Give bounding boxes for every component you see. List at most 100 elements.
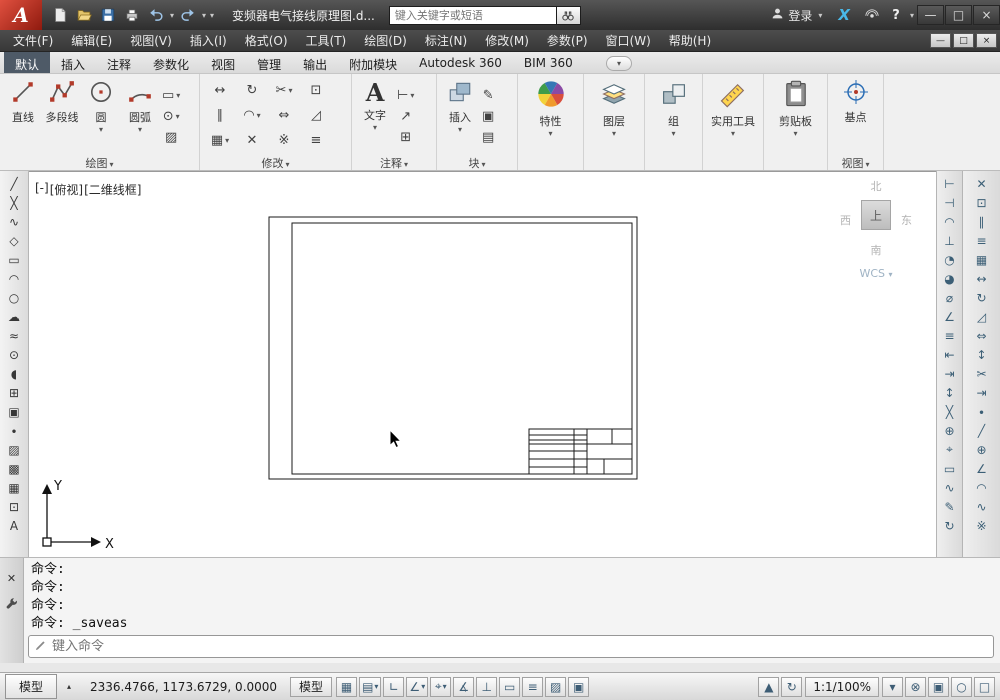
annotation-scale-caret-icon[interactable]: ▾ [882, 676, 903, 697]
dim-ordinate-icon[interactable]: ⊥ [940, 231, 960, 250]
break-at-point-icon[interactable]: ∙ [972, 402, 992, 421]
insert-caret-icon[interactable]: ▾ [458, 126, 462, 134]
dim-angular-icon[interactable]: ∠ [940, 307, 960, 326]
annotate-panel-caret-icon[interactable]: ▾ [404, 160, 408, 169]
polyline-icon[interactable]: ∿ [4, 212, 24, 231]
layout-tab-menu-icon[interactable]: ▴ [61, 678, 77, 696]
plot-button[interactable] [120, 3, 144, 27]
polar-tracking-icon-caret[interactable]: ▾ [421, 682, 425, 691]
transparency-icon[interactable]: ▨ [545, 676, 567, 697]
dim-continue-icon[interactable]: ⇥ [940, 364, 960, 383]
dim-break-icon[interactable]: ╳ [940, 402, 960, 421]
clipboard-caret-icon[interactable]: ▾ [793, 130, 797, 138]
search-input[interactable] [388, 5, 557, 25]
minimize-button[interactable]: — [917, 5, 944, 25]
isolate-objects-icon[interactable]: ○ [951, 676, 972, 697]
properties-caret-icon[interactable]: ▾ [548, 130, 552, 138]
tab-insert[interactable]: 插入 [50, 52, 96, 73]
scale-icon[interactable]: ◿ [972, 307, 992, 326]
menu-insert[interactable]: 插入(I) [181, 30, 236, 52]
explode-icon[interactable]: ※ [972, 516, 992, 535]
layers-button[interactable]: 图层 ▾ [584, 74, 644, 138]
menu-file[interactable]: 文件(F) [4, 30, 62, 52]
tab-addins[interactable]: 附加模块 [338, 52, 408, 73]
erase-icon[interactable]: ✕ [247, 133, 258, 148]
menu-parametric[interactable]: 参数(P) [538, 30, 597, 52]
hatch-icon[interactable]: ▨ [162, 129, 180, 146]
undo-button[interactable] [144, 3, 168, 27]
utilities-caret-icon[interactable]: ▾ [731, 130, 735, 138]
viewcube-east-label[interactable]: 东 [901, 212, 912, 228]
move-icon[interactable]: ↔ [215, 83, 226, 98]
help-caret-icon[interactable]: ▾ [908, 11, 916, 20]
snap-mode-icon-caret[interactable]: ▾ [374, 682, 378, 691]
stretch-icon[interactable]: ⇔ [279, 108, 290, 123]
menu-edit[interactable]: 编辑(E) [62, 30, 121, 52]
tab-annotate[interactable]: 注释 [96, 52, 142, 73]
polar-tracking-icon[interactable]: ∠ ▾ [406, 676, 429, 697]
modify-panel-caret-icon[interactable]: ▾ [285, 160, 289, 169]
basepoint-button[interactable]: 基点 [828, 74, 883, 125]
move-icon[interactable]: ↔ [972, 269, 992, 288]
ellipse-arc-icon[interactable]: ◖ [4, 364, 24, 383]
sign-in[interactable]: 登录 ▾ [771, 7, 824, 24]
viewcube-south-label[interactable]: 南 [871, 242, 882, 258]
dim-baseline-icon[interactable]: ⇤ [940, 345, 960, 364]
blend-curves-icon[interactable]: ∿ [972, 497, 992, 516]
search-binoculars-icon[interactable] [556, 5, 581, 25]
line-icon[interactable]: ╱ [4, 174, 24, 193]
inspection-icon[interactable]: ▭ [940, 459, 960, 478]
rectangle-icon[interactable]: ▭ ▾ [162, 87, 180, 104]
modify-panel-footer[interactable]: 修改 ▾ [200, 155, 351, 170]
copy-icon[interactable]: ⊡ [311, 83, 322, 98]
viewcube-top-face[interactable]: 上 [861, 200, 891, 230]
create-block-icon[interactable]: ▣ [482, 108, 494, 125]
fillet-icon-caret[interactable]: ▾ [257, 111, 261, 120]
erase-icon[interactable]: ✕ [972, 174, 992, 193]
trim-icon-caret[interactable]: ▾ [288, 86, 292, 95]
stretch-icon[interactable]: ⇔ [972, 326, 992, 345]
ellipse-icon[interactable]: ⊙ ▾ [162, 108, 180, 125]
trim-icon[interactable]: ✂ [972, 364, 992, 383]
doc-minimize-button[interactable]: — [930, 33, 951, 48]
circle-button[interactable]: 圆 ▾ [84, 79, 118, 146]
construction-line-icon[interactable]: ╳ [4, 193, 24, 212]
command-customize-wrench-icon[interactable] [5, 597, 18, 613]
clean-screen-icon[interactable]: □ [974, 676, 995, 697]
groups-caret-icon[interactable]: ▾ [671, 130, 675, 138]
dim-arc-length-icon[interactable]: ◠ [940, 212, 960, 231]
wcs-dropdown[interactable]: WCS ▾ [859, 267, 892, 280]
dynamic-ucs-icon[interactable]: ⊥ [476, 676, 498, 697]
offset-icon[interactable]: ≡ [972, 231, 992, 250]
dim-aligned-icon[interactable]: ⊣ [940, 193, 960, 212]
lineweight-icon[interactable]: ≡ [522, 676, 544, 697]
save-button[interactable] [96, 3, 120, 27]
tab-manage[interactable]: 管理 [246, 52, 292, 73]
redo-button[interactable] [176, 3, 200, 27]
copy-icon[interactable]: ⊡ [972, 193, 992, 212]
ribbon-display-toggle-icon[interactable]: ▾ [606, 56, 632, 71]
table-icon[interactable]: ⊞ [397, 129, 414, 146]
text-caret-icon[interactable]: ▾ [373, 124, 377, 132]
linear-dimension-icon[interactable]: ⊢ ▾ [397, 87, 414, 104]
undo-caret-icon[interactable]: ▾ [168, 11, 176, 20]
mirror-icon[interactable]: ∥ [972, 212, 992, 231]
object-snap-icon[interactable]: ⌖ ▾ [430, 676, 452, 697]
polyline-button[interactable]: 多段线 [45, 79, 79, 146]
point-icon[interactable]: ∙ [4, 421, 24, 440]
draw-panel-caret-icon[interactable]: ▾ [109, 160, 113, 169]
redo-caret-icon[interactable]: ▾ [200, 11, 208, 20]
menu-dimension[interactable]: 标注(N) [416, 30, 476, 52]
edit-block-icon[interactable]: ✎ [482, 87, 494, 104]
coordinate-display[interactable]: 2336.4766, 1173.6729, 0.0000 [81, 680, 286, 694]
open-button[interactable] [72, 3, 96, 27]
app-logo-button[interactable]: A [0, 0, 42, 30]
tab-parametric[interactable]: 参数化 [142, 52, 200, 73]
quick-properties-icon[interactable]: ▣ [568, 676, 590, 697]
tab-a360[interactable]: Autodesk 360 [408, 52, 513, 73]
block-attributes-icon[interactable]: ▤ [482, 129, 494, 146]
hatch-icon[interactable]: ▨ [4, 440, 24, 459]
fillet-icon[interactable]: ◠ ▾ [243, 108, 260, 123]
layers-caret-icon[interactable]: ▾ [612, 130, 616, 138]
help-button[interactable]: ? [884, 3, 908, 27]
